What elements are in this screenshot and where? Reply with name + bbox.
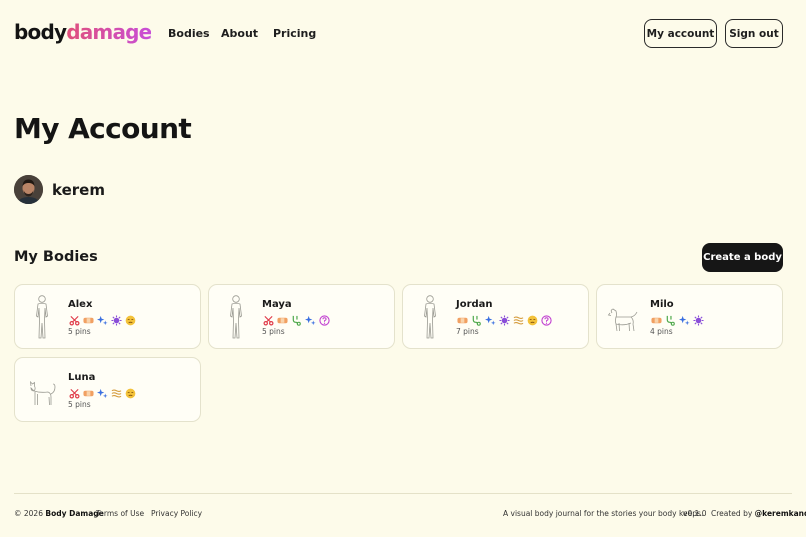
footer-tagline: A visual body journal for the stories yo… xyxy=(503,509,704,518)
body-card-maya[interactable]: Maya 5 pins xyxy=(208,284,395,349)
privacy-link[interactable]: Privacy Policy xyxy=(151,509,202,518)
page-title: My Account xyxy=(14,112,192,145)
tired-face-icon xyxy=(124,387,136,399)
body-name: Luna xyxy=(68,372,96,383)
dog-figure xyxy=(607,293,641,341)
sparkle-icon xyxy=(96,314,108,326)
pin-count: 4 pins xyxy=(650,327,673,336)
tired-face-icon xyxy=(124,314,136,326)
body-name: Jordan xyxy=(456,299,493,310)
virus-icon xyxy=(692,314,704,326)
scissors-icon xyxy=(68,314,80,326)
create-body-button[interactable]: Create a body xyxy=(702,243,783,272)
human-figure xyxy=(219,293,253,341)
body-card-luna[interactable]: Luna 5 pins xyxy=(14,357,201,422)
sparkle-icon xyxy=(484,314,496,326)
pin-count: 7 pins xyxy=(456,327,479,336)
footer-brand: Body Damage xyxy=(45,509,104,518)
avatar xyxy=(14,175,43,204)
body-name: Milo xyxy=(650,299,674,310)
body-card-milo[interactable]: Milo 4 pins xyxy=(596,284,783,349)
human-figure xyxy=(413,293,447,341)
body-tag-icons xyxy=(650,314,704,326)
pin-count: 5 pins xyxy=(68,400,91,409)
footer-credit: Created by @keremkand xyxy=(711,509,806,518)
sign-out-button[interactable]: Sign out xyxy=(725,19,783,48)
bandage-icon xyxy=(456,314,468,326)
bandage-icon xyxy=(82,387,94,399)
question-icon xyxy=(318,314,330,326)
bandage-icon xyxy=(650,314,662,326)
sparkle-icon xyxy=(678,314,690,326)
author-link[interactable]: @keremkand xyxy=(755,509,806,518)
tired-face-icon xyxy=(526,314,538,326)
body-card-alex[interactable]: Alex 5 pins xyxy=(14,284,201,349)
virus-icon xyxy=(498,314,510,326)
question-icon xyxy=(540,314,552,326)
body-tag-icons xyxy=(68,387,136,399)
footer-divider xyxy=(14,493,792,494)
bandage-icon xyxy=(82,314,94,326)
pin-count: 5 pins xyxy=(68,327,91,336)
body-tag-icons xyxy=(262,314,330,326)
brand-logo[interactable]: bodydamage xyxy=(14,20,152,44)
site-header: bodydamage Bodies About Pricing My accou… xyxy=(0,0,806,66)
wavy-lines-icon xyxy=(110,387,122,399)
terms-link[interactable]: Terms of Use xyxy=(96,509,144,518)
wavy-lines-icon xyxy=(512,314,524,326)
nav-pricing[interactable]: Pricing xyxy=(273,27,316,40)
my-bodies-heading: My Bodies xyxy=(14,249,98,265)
scissors-icon xyxy=(68,387,80,399)
stethoscope-icon xyxy=(290,314,302,326)
version-label: v0.1.0 xyxy=(683,509,707,518)
my-account-button[interactable]: My account xyxy=(644,19,717,48)
human-figure xyxy=(25,293,59,341)
body-name: Maya xyxy=(262,299,292,310)
cat-figure xyxy=(25,366,59,414)
scissors-icon xyxy=(262,314,274,326)
body-tag-icons xyxy=(68,314,136,326)
nav-bodies[interactable]: Bodies xyxy=(168,27,210,40)
body-tag-icons xyxy=(456,314,552,326)
sparkle-icon xyxy=(96,387,108,399)
stethoscope-icon xyxy=(664,314,676,326)
username: kerem xyxy=(52,181,105,199)
sparkle-icon xyxy=(304,314,316,326)
virus-icon xyxy=(110,314,122,326)
body-card-jordan[interactable]: Jordan 7 pins xyxy=(402,284,589,349)
stethoscope-icon xyxy=(470,314,482,326)
nav-about[interactable]: About xyxy=(221,27,258,40)
footer-copyright: © 2026 Body Damage xyxy=(14,509,104,518)
body-name: Alex xyxy=(68,299,93,310)
bandage-icon xyxy=(276,314,288,326)
pin-count: 5 pins xyxy=(262,327,285,336)
